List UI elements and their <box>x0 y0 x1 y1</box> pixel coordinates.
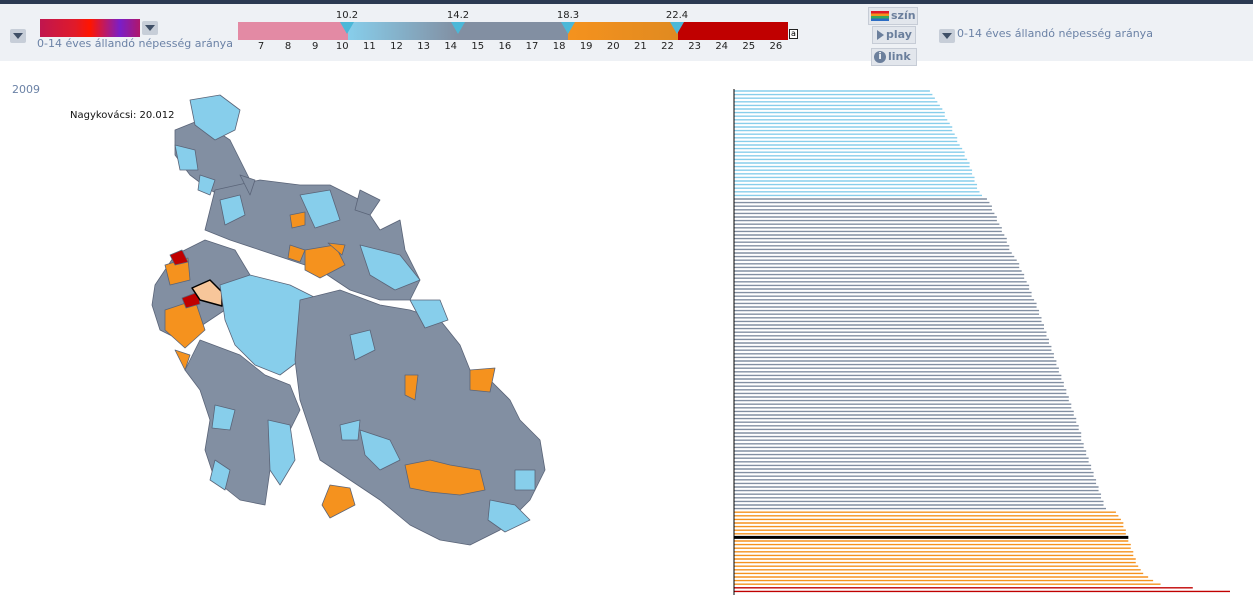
toolbar: 0-14 éves állandó népesség aránya 7 8 9 10 1… <box>0 4 1253 66</box>
scale-tick: 7 <box>257 41 265 52</box>
scale-tick: 9 <box>312 41 319 52</box>
threshold-value: 10.2 <box>335 10 359 21</box>
scale-tick: 11 <box>363 41 376 52</box>
scale-segment-orange <box>568 22 678 40</box>
color-button[interactable]: szín <box>868 7 918 25</box>
scale-tick: 12 <box>390 41 403 52</box>
indicator-label-left[interactable]: 0-14 éves állandó népesség aránya <box>37 37 233 50</box>
map-region[interactable] <box>267 419 296 486</box>
threshold-handle[interactable] <box>451 22 465 34</box>
color-scale-bar[interactable] <box>238 22 788 40</box>
right-dropdown-arrow[interactable] <box>939 29 955 43</box>
choropleth-map[interactable] <box>0 60 600 600</box>
scale-segment-slate <box>458 22 568 40</box>
map-region[interactable] <box>289 211 306 229</box>
scale-tick: 22 <box>661 41 674 52</box>
bar-chart <box>733 89 1230 595</box>
threshold-handle[interactable] <box>670 22 684 34</box>
scale-tick: 13 <box>417 41 430 52</box>
scale-tick: 18 <box>552 41 566 52</box>
map-region[interactable] <box>354 189 381 216</box>
scale-tick: 14 <box>444 41 458 52</box>
threshold-handle[interactable] <box>561 22 575 34</box>
play-button-label: play <box>886 28 912 41</box>
map-region[interactable] <box>514 469 536 491</box>
link-button[interactable]: i link <box>871 48 917 66</box>
scale-tick: 24 <box>715 41 729 52</box>
scale-segment-blue <box>348 22 458 40</box>
link-button-label: link <box>888 50 911 63</box>
scale-tick: 16 <box>498 41 512 52</box>
play-icon <box>877 30 884 40</box>
threshold-value: 22.4 <box>665 10 689 21</box>
scale-tick: 10 <box>335 41 349 52</box>
threshold-handle[interactable] <box>340 22 354 34</box>
palette-swatch[interactable] <box>40 19 140 37</box>
scale-tick: 26 <box>769 41 783 52</box>
palette-dropdown-arrow[interactable] <box>142 21 158 35</box>
scale-segment-red <box>678 22 788 40</box>
scale-tick: 25 <box>742 41 756 52</box>
threshold-value: 18.3 <box>556 10 580 21</box>
scale-tick: 23 <box>688 41 701 52</box>
scale-tick: 8 <box>284 41 292 52</box>
indicator-label-right[interactable]: 0-14 éves állandó népesség aránya <box>957 27 1153 40</box>
scale-segment-pink <box>238 22 348 40</box>
color-palette-icon <box>871 11 889 21</box>
scale-tick: 15 <box>471 41 485 52</box>
left-dropdown-arrow[interactable] <box>10 29 26 43</box>
color-button-label: szín <box>891 9 916 22</box>
scale-tick: 17 <box>525 41 539 52</box>
info-icon: i <box>874 51 886 63</box>
scale-end-box[interactable]: a <box>789 29 798 39</box>
map-region[interactable] <box>321 484 356 519</box>
play-button[interactable]: play <box>872 26 916 44</box>
scale-tick: 21 <box>634 41 647 52</box>
map-regions <box>151 94 546 546</box>
scale-tick: 20 <box>606 41 620 52</box>
scale-tick: 19 <box>579 41 593 52</box>
threshold-value: 14.2 <box>446 10 470 21</box>
